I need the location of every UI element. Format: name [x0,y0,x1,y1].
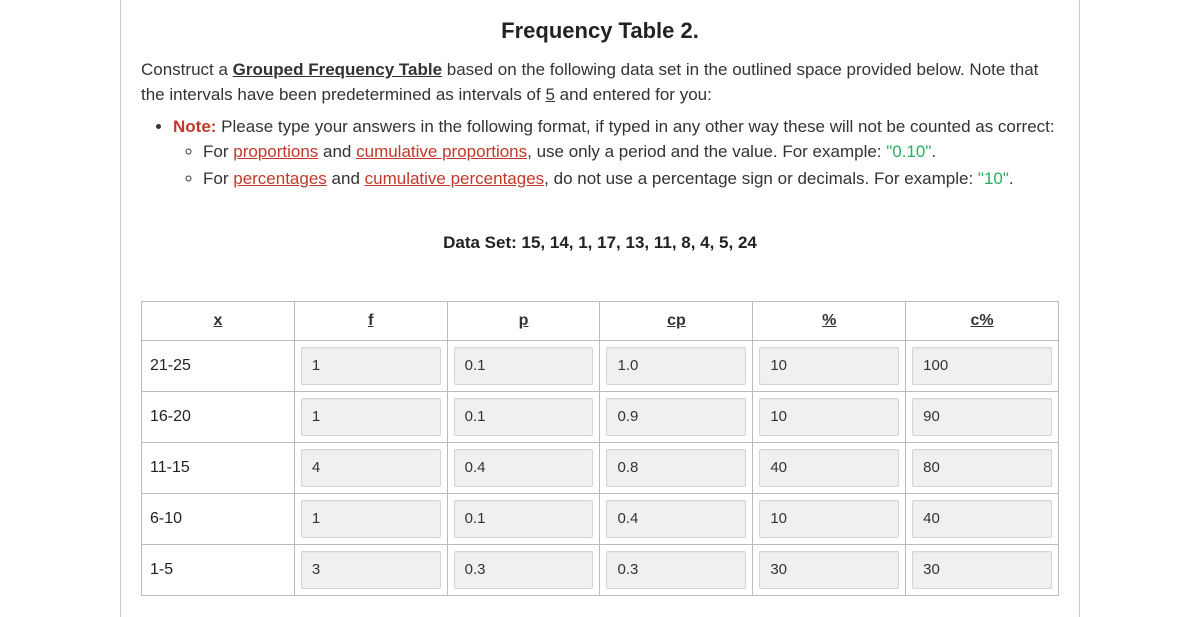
b2-cumpct: cumulative percentages [365,169,545,188]
row-x: 1-5 [142,545,295,596]
row-x: 11-15 [142,443,295,494]
b1-prop: proportions [233,142,318,161]
input-p[interactable]: 0.1 [454,347,594,385]
input-cpct[interactable]: 90 [912,398,1052,436]
b1-d: . [931,142,936,161]
input-f[interactable]: 4 [301,449,441,487]
input-pct[interactable]: 10 [759,347,899,385]
page-container: Frequency Table 2. Construct a Grouped F… [120,0,1080,617]
b1-a: For [203,142,233,161]
row-x: 21-25 [142,341,295,392]
input-cpct[interactable]: 40 [912,500,1052,538]
table-body: 21-25 1 0.1 1.0 10 100 16-20 1 0.1 0.9 1… [142,341,1059,596]
note-sub1: For proportions and cumulative proportio… [203,140,1059,165]
b2-d: . [1009,169,1014,188]
input-p[interactable]: 0.4 [454,449,594,487]
input-p[interactable]: 0.1 [454,500,594,538]
col-cp: cp [600,302,753,341]
b2-ex: "10" [978,169,1009,188]
table-row: 1-5 3 0.3 0.3 30 30 [142,545,1059,596]
b1-cumprop: cumulative proportions [356,142,527,161]
frequency-table: x f p cp % c% 21-25 1 0.1 1.0 10 100 16-… [141,301,1059,596]
table-row: 21-25 1 0.1 1.0 10 100 [142,341,1059,392]
note-label: Note: [173,117,216,136]
input-cp[interactable]: 0.8 [606,449,746,487]
table-row: 11-15 4 0.4 0.8 40 80 [142,443,1059,494]
note-item: Note: Please type your answers in the fo… [173,115,1059,191]
input-cp[interactable]: 1.0 [606,347,746,385]
col-p: p [447,302,600,341]
instr-five: 5 [545,85,554,104]
input-cpct[interactable]: 80 [912,449,1052,487]
input-p[interactable]: 0.1 [454,398,594,436]
table-header-row: x f p cp % c% [142,302,1059,341]
note-sub2: For percentages and cumulative percentag… [203,167,1059,192]
col-f: f [294,302,447,341]
input-f[interactable]: 1 [301,398,441,436]
table-row: 6-10 1 0.1 0.4 10 40 [142,494,1059,545]
b2-b: and [327,169,365,188]
instr-part3: and entered for you: [555,85,712,104]
input-cp[interactable]: 0.4 [606,500,746,538]
row-x: 6-10 [142,494,295,545]
note-list: Note: Please type your answers in the fo… [141,115,1059,191]
instr-grouped: Grouped Frequency Table [233,60,442,79]
input-pct[interactable]: 40 [759,449,899,487]
instr-part1: Construct a [141,60,233,79]
input-pct[interactable]: 30 [759,551,899,589]
row-x: 16-20 [142,392,295,443]
b1-c: , use only a period and the value. For e… [527,142,886,161]
b2-pct: percentages [233,169,327,188]
b2-c: , do not use a percentage sign or decima… [544,169,978,188]
instructions-text: Construct a Grouped Frequency Table base… [141,58,1059,107]
col-x: x [142,302,295,341]
input-p[interactable]: 0.3 [454,551,594,589]
note-text: Please type your answers in the followin… [216,117,1054,136]
b1-ex: "0.10" [886,142,931,161]
data-set-label: Data Set: 15, 14, 1, 17, 13, 11, 8, 4, 5… [141,233,1059,253]
b2-a: For [203,169,233,188]
b1-b: and [318,142,356,161]
table-row: 16-20 1 0.1 0.9 10 90 [142,392,1059,443]
note-sublist: For proportions and cumulative proportio… [173,140,1059,191]
input-cpct[interactable]: 30 [912,551,1052,589]
input-cp[interactable]: 0.3 [606,551,746,589]
input-f[interactable]: 1 [301,500,441,538]
input-cpct[interactable]: 100 [912,347,1052,385]
col-pct: % [753,302,906,341]
input-f[interactable]: 3 [301,551,441,589]
page-title: Frequency Table 2. [141,0,1059,58]
input-f[interactable]: 1 [301,347,441,385]
col-cpct: c% [906,302,1059,341]
input-pct[interactable]: 10 [759,500,899,538]
input-pct[interactable]: 10 [759,398,899,436]
input-cp[interactable]: 0.9 [606,398,746,436]
